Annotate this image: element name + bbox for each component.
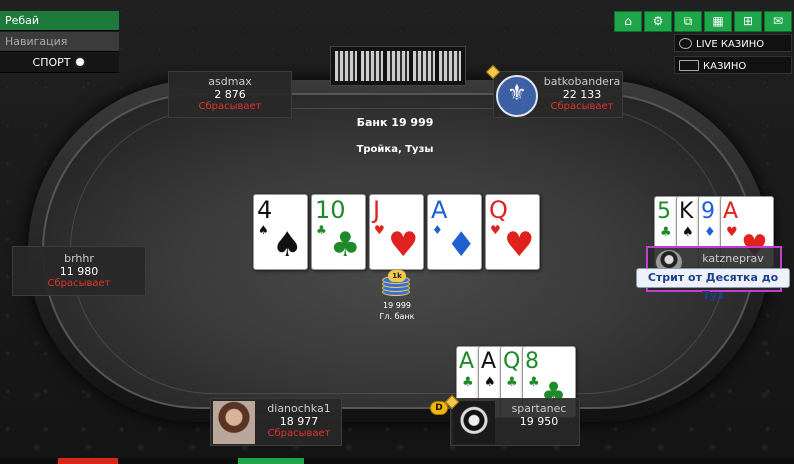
player-name: asdmax	[208, 75, 252, 88]
shoe-slot	[335, 51, 357, 81]
card-rank: J	[373, 196, 381, 224]
shoe-slot	[387, 51, 409, 81]
board-card-1: 4 ♠ ♠	[253, 194, 308, 270]
player-name: katzneprav	[702, 252, 764, 265]
card-rank: 9	[701, 199, 715, 224]
casino-label: КАЗИНО	[703, 61, 747, 72]
card-suit: ♠	[682, 225, 694, 240]
board-card-4: A ♦ ♦	[427, 194, 482, 270]
football-icon	[74, 56, 87, 68]
live-casino-label: LIVE КАЗИНО	[696, 39, 765, 50]
player-action: Сбрасывает	[267, 428, 331, 439]
chat-icon[interactable]: ✉	[764, 11, 792, 32]
card-suit-large: ♠	[272, 225, 303, 265]
card-suit: ♣	[316, 223, 327, 237]
casino-link[interactable]: КАЗИНО	[674, 56, 792, 74]
seat-asdmax[interactable]: asdmax 2 876 Сбрасывает	[168, 71, 292, 118]
card-rank: 8	[525, 349, 539, 374]
pot-total: Банк 19 999	[356, 116, 434, 129]
card-suit-large: ♦	[446, 225, 477, 265]
player-stack: 22 133	[562, 88, 602, 101]
seat-dianochka1[interactable]: dianochka1 18 977 Сбрасывает	[210, 398, 342, 446]
card-suit: ♠	[484, 375, 496, 390]
card-rank: 5	[657, 199, 671, 224]
bottom-bar	[0, 458, 794, 464]
player-name: dianochka1	[267, 402, 331, 415]
add-table-icon[interactable]: ⊞	[734, 11, 762, 32]
tables-icon[interactable]: ⧉	[674, 11, 702, 32]
poker-table-window: Ребай Навигация СПОРТ ⌂ ⚙ ⧉ ▦ ⊞ ✉ LIVE К…	[0, 0, 794, 464]
card-rank: A	[431, 196, 448, 224]
navigation-button[interactable]: Навигация	[0, 32, 119, 52]
player-action: Сбрасывает	[47, 278, 111, 289]
hand-description: Тройка, Тузы	[356, 144, 434, 155]
chip-denomination: 1k	[388, 270, 406, 282]
home-icon[interactable]: ⌂	[614, 11, 642, 32]
board-card-3: J ♥ ♥	[369, 194, 424, 270]
card-suit: ♥	[726, 225, 738, 240]
card-suit-large: ♥	[388, 225, 419, 265]
rebuy-button[interactable]: Ребай	[0, 11, 119, 31]
shoe-slot	[439, 51, 461, 81]
sport-label: СПОРТ	[32, 56, 71, 69]
player-action: Сбрасывает	[550, 101, 614, 112]
live-casino-link[interactable]: LIVE КАЗИНО	[674, 34, 792, 52]
player-name: brhhr	[64, 252, 94, 265]
player-action: Сбрасывает	[198, 101, 262, 112]
main-pot-label: Гл. банк	[379, 312, 415, 321]
card-suit: ♥	[490, 223, 501, 237]
card-suit: ♣	[528, 375, 540, 390]
main-pot-amount: 19 999	[383, 301, 411, 310]
board-card-2: 10 ♣ ♣	[311, 194, 366, 270]
player-stack: 19 950	[519, 415, 559, 428]
seat-brhhr[interactable]: brhhr 11 980 Сбрасывает	[12, 246, 146, 296]
bottom-tab-red[interactable]	[58, 458, 118, 464]
card-rank: Q	[503, 349, 521, 374]
player-stack: 18 977	[279, 415, 319, 428]
card-rank: A	[481, 349, 497, 374]
pot-chips-icon: 1k	[382, 270, 412, 298]
sport-button[interactable]: СПОРТ	[0, 53, 119, 73]
player-stack: 2 876	[214, 88, 246, 101]
avatar	[213, 401, 255, 444]
card-suit: ♥	[374, 223, 385, 237]
card-suit: ♦	[432, 223, 443, 237]
player-name: spartanec	[511, 402, 567, 415]
slot-machine-icon	[679, 60, 699, 71]
card-suit-large: ♣	[330, 225, 361, 265]
avatar	[453, 401, 495, 444]
bottom-tab-green[interactable]	[238, 458, 304, 464]
board-card-5: Q ♥ ♥	[485, 194, 540, 270]
card-rank: K	[679, 199, 694, 224]
shoe-slot	[413, 51, 435, 81]
card-suit: ♦	[704, 225, 716, 240]
card-rank: 4	[257, 196, 273, 224]
card-rank: A	[459, 349, 475, 374]
gear-icon[interactable]: ⚙	[644, 11, 672, 32]
card-suit-large: ♥	[504, 225, 535, 265]
card-suit: ♣	[506, 375, 518, 390]
card-rank: A	[723, 199, 739, 224]
table-toolbar: ⌂ ⚙ ⧉ ▦ ⊞ ✉	[614, 11, 792, 32]
grid-icon[interactable]: ▦	[704, 11, 732, 32]
seat-batkobandera[interactable]: batkobandera 22 133 Сбрасывает	[493, 71, 623, 118]
player-stack: 11 980	[59, 265, 99, 278]
card-rank: 10	[315, 196, 346, 224]
roulette-icon	[679, 38, 692, 49]
player-name: batkobandera	[543, 75, 621, 88]
seat-spartanec[interactable]: spartanec 19 950	[450, 398, 580, 446]
shoe-slot	[361, 51, 383, 81]
card-rank: Q	[489, 196, 508, 224]
card-suit: ♣	[660, 225, 672, 240]
winning-hand-label: Стрит от Десятка до Туз	[636, 268, 790, 302]
card-suit: ♣	[462, 375, 474, 390]
card-shoe	[330, 46, 466, 86]
avatar	[496, 75, 538, 117]
card-suit: ♠	[258, 223, 269, 237]
